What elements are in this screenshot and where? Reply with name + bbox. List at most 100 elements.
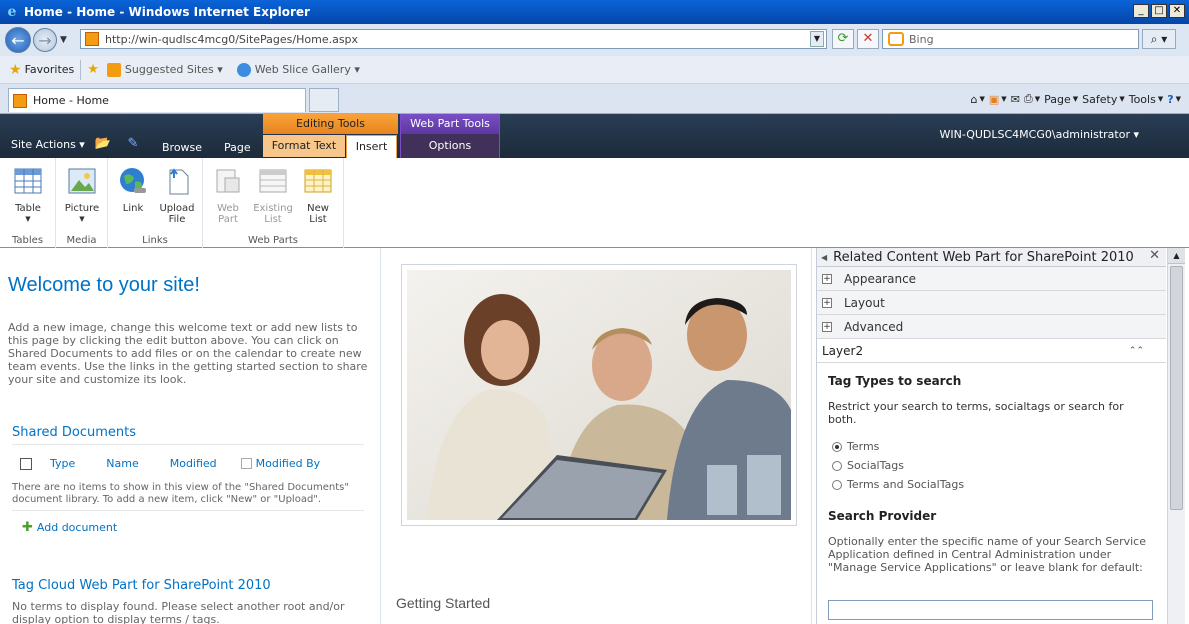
- suggested-sites-link[interactable]: Suggested Sites ▾: [106, 62, 223, 77]
- section-advanced[interactable]: + Advanced: [817, 315, 1166, 339]
- tool-pane-title: Related Content Web Part for SharePoint …: [833, 249, 1134, 265]
- document-list-header: Type Name Modified Modified By: [20, 457, 320, 470]
- print-icon[interactable]: ⎙ ▼: [1024, 92, 1040, 106]
- tab-insert[interactable]: Insert: [346, 135, 397, 158]
- url-dropdown-icon[interactable]: ▼: [810, 31, 824, 47]
- close-pane-icon[interactable]: ✕: [1149, 248, 1160, 263]
- close-window-button[interactable]: ✕: [1169, 4, 1185, 18]
- section-appearance[interactable]: + Appearance: [817, 267, 1166, 291]
- tab-home-label: Home - Home: [33, 94, 109, 107]
- modified-by-checkbox[interactable]: [240, 458, 252, 469]
- tab-browse[interactable]: Browse: [162, 141, 202, 154]
- radio-terms[interactable]: Terms: [832, 440, 879, 453]
- tag-cloud-message: No terms to display found. Please select…: [12, 600, 345, 624]
- page-title: Welcome to your site!: [8, 274, 200, 296]
- new-tab-button[interactable]: [309, 88, 339, 112]
- refresh-icon[interactable]: ⟳: [832, 29, 854, 49]
- mail-icon[interactable]: ✉: [1011, 93, 1020, 106]
- group-label-links: Links: [142, 235, 168, 246]
- web-slice-icon: [236, 62, 251, 77]
- back-button[interactable]: ←: [5, 27, 31, 53]
- favorites-star-icon: ★: [9, 61, 22, 78]
- web-part-tool-pane: ◀ Related Content Web Part for SharePoin…: [816, 248, 1166, 624]
- add-favorite-icon[interactable]: ★: [87, 62, 99, 77]
- site-actions-menu[interactable]: Site Actions ▾: [11, 138, 85, 151]
- search-input[interactable]: Bing: [882, 29, 1139, 49]
- tools-menu[interactable]: Tools ▼: [1129, 93, 1164, 106]
- existing-list-button[interactable]: Existing List: [251, 166, 295, 225]
- window-title: Home - Home - Windows Internet Explorer: [24, 5, 310, 19]
- column-name[interactable]: Name: [106, 457, 138, 470]
- help-icon[interactable]: ? ▼: [1167, 93, 1181, 106]
- edit-page-icon[interactable]: ✎: [124, 136, 142, 152]
- radio-terms-and-socialtags[interactable]: Terms and SocialTags: [832, 478, 964, 491]
- ribbon-group-media: Picture ▼ Media: [56, 158, 108, 248]
- editing-tools-label: Editing Tools: [263, 114, 398, 134]
- ribbon-insert-panel: Table ▼ Tables Picture ▼ Media Link Uplo…: [0, 158, 1189, 248]
- web-part-icon: [216, 169, 240, 193]
- collapse-pane-icon[interactable]: ◀: [821, 253, 827, 262]
- tab-options[interactable]: Options: [401, 134, 499, 158]
- tag-types-heading: Tag Types to search: [828, 374, 962, 388]
- tab-format-text[interactable]: Format Text: [263, 135, 345, 157]
- search-button[interactable]: ⌕ ▾: [1142, 29, 1176, 49]
- site-image-frame: [401, 264, 797, 526]
- favorites-button[interactable]: Favorites: [25, 63, 75, 76]
- feeds-icon[interactable]: ▣ ▼: [989, 93, 1007, 106]
- upload-file-icon: [169, 168, 189, 195]
- radio-both-button[interactable]: [832, 479, 842, 490]
- page-menu[interactable]: Page ▼: [1044, 93, 1078, 106]
- suggested-sites-icon: [106, 62, 121, 77]
- bing-icon: [888, 32, 904, 46]
- tool-pane-scrollbar[interactable]: ▲: [1167, 248, 1185, 624]
- table-button[interactable]: Table ▼: [6, 166, 50, 225]
- add-document-link[interactable]: ✚ Add document: [22, 520, 117, 535]
- radio-socialtags[interactable]: SocialTags: [832, 459, 904, 472]
- radio-terms-button[interactable]: [832, 441, 842, 452]
- command-bar: ⌂ ▼ ▣ ▼ ✉ ⎙ ▼ Page ▼ Safety ▼ Tools ▼ ? ▼: [971, 88, 1189, 110]
- link-button[interactable]: Link: [111, 166, 155, 214]
- user-menu[interactable]: WIN-QUDLSC4MCG0\administrator ▾: [939, 128, 1139, 141]
- minimize-button[interactable]: _: [1133, 4, 1149, 18]
- select-all-checkbox[interactable]: [20, 457, 32, 470]
- radio-socialtags-button[interactable]: [832, 460, 842, 471]
- left-zone: Welcome to your site! Add a new image, c…: [0, 248, 381, 624]
- history-dropdown-icon[interactable]: ▼: [60, 35, 67, 45]
- tab-bar: Home - Home ⌂ ▼ ▣ ▼ ✉ ⎙ ▼ Page ▼ Safety ▼ Too…: [0, 84, 1189, 114]
- forward-button[interactable]: →: [33, 28, 57, 52]
- section-layout[interactable]: + Layout: [817, 291, 1166, 315]
- page-content: Welcome to your site! Add a new image, c…: [0, 248, 1189, 624]
- column-modified[interactable]: Modified: [170, 457, 217, 470]
- ribbon-group-links: Link Upload File Links: [108, 158, 203, 248]
- tool-pane-header: ◀ Related Content Web Part for SharePoin…: [817, 248, 1166, 267]
- picture-icon: [68, 168, 96, 194]
- web-slice-gallery-link[interactable]: Web Slice Gallery ▾: [236, 62, 360, 77]
- group-label-web-parts: Web Parts: [248, 235, 298, 246]
- collapse-section-icon[interactable]: ⌃⌃: [1129, 346, 1144, 356]
- search-provider-input[interactable]: [828, 600, 1153, 620]
- navigate-up-icon[interactable]: 📂: [94, 136, 112, 152]
- new-list-button[interactable]: New List: [296, 166, 340, 225]
- tab-page[interactable]: Page: [224, 141, 251, 154]
- scrollbar-thumb[interactable]: [1170, 266, 1183, 510]
- expand-icon: +: [822, 297, 832, 308]
- search-provider-description: Optionally enter the specific name of yo…: [828, 535, 1146, 574]
- empty-library-message: There are no items to show in this view …: [12, 482, 349, 505]
- home-icon[interactable]: ⌂ ▼: [971, 93, 985, 106]
- column-type[interactable]: Type: [50, 457, 75, 470]
- picture-button[interactable]: Picture ▼: [60, 166, 104, 225]
- tab-home[interactable]: Home - Home: [8, 88, 306, 112]
- shared-documents-title[interactable]: Shared Documents: [12, 425, 136, 440]
- safety-menu[interactable]: Safety ▼: [1082, 93, 1125, 106]
- web-part-tools-label: Web Part Tools: [401, 114, 499, 134]
- upload-file-button[interactable]: Upload File: [155, 166, 199, 225]
- tag-cloud-title[interactable]: Tag Cloud Web Part for SharePoint 2010: [12, 578, 271, 593]
- stop-icon[interactable]: ✕: [857, 29, 879, 49]
- column-modified-by[interactable]: Modified By: [256, 457, 321, 470]
- section-layer2[interactable]: Layer2 ⌃⌃: [817, 339, 1166, 363]
- web-part-button[interactable]: Web Part: [206, 166, 250, 225]
- table-icon: [14, 168, 42, 194]
- scroll-up-icon[interactable]: ▲: [1168, 248, 1185, 264]
- maximize-button[interactable]: □: [1151, 4, 1167, 18]
- url-field[interactable]: http://win-qudlsc4mcg0/SitePages/Home.as…: [80, 29, 827, 49]
